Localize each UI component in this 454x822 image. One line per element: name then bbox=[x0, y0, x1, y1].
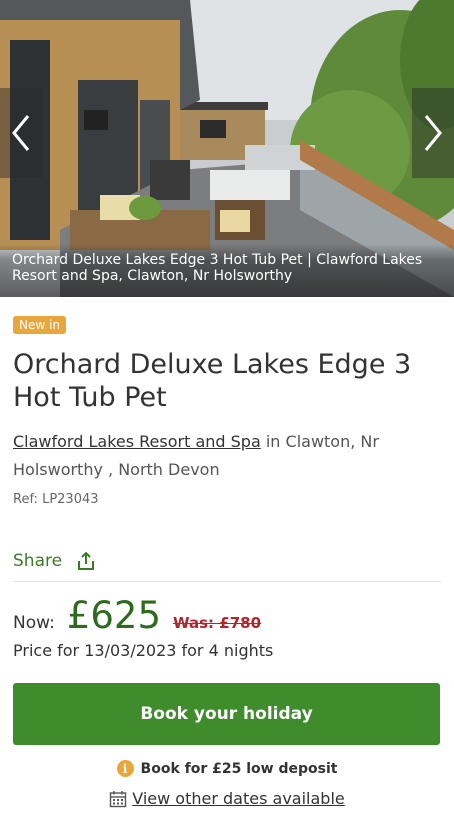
other-dates: View other dates available bbox=[13, 789, 441, 808]
view-other-dates-link[interactable]: View other dates available bbox=[132, 789, 344, 808]
share-button[interactable]: Share bbox=[13, 551, 441, 582]
previous-price: Was: £780 bbox=[173, 614, 262, 632]
park-link[interactable]: Clawford Lakes Resort and Spa bbox=[13, 432, 261, 451]
chevron-right-icon bbox=[424, 115, 442, 151]
share-icon bbox=[78, 551, 95, 570]
info-icon: i bbox=[116, 760, 134, 777]
page-title: Orchard Deluxe Lakes Edge 3 Hot Tub Pet bbox=[13, 349, 412, 413]
gallery-next-button[interactable] bbox=[412, 88, 454, 178]
hero-gallery[interactable]: Orchard Deluxe Lakes Edge 3 Hot Tub Pet … bbox=[0, 0, 454, 297]
chevron-left-icon bbox=[12, 115, 30, 151]
deposit-info: i Book for £25 low deposit bbox=[13, 760, 441, 777]
deposit-text: Book for £25 low deposit bbox=[140, 760, 338, 777]
price-row: Now: £625 Was: £780 bbox=[13, 594, 441, 637]
now-label: Now: bbox=[13, 613, 55, 633]
new-in-badge: New in bbox=[13, 316, 66, 334]
current-price: £625 bbox=[66, 594, 161, 637]
calendar-icon bbox=[110, 790, 127, 807]
hero-caption: Orchard Deluxe Lakes Edge 3 Hot Tub Pet … bbox=[0, 244, 454, 297]
reference-number: Ref: LP23043 bbox=[13, 492, 99, 507]
gallery-prev-button[interactable] bbox=[0, 88, 42, 178]
listing-details: New in Orchard Deluxe Lakes Edge 3 Hot T… bbox=[0, 297, 454, 808]
share-label: Share bbox=[13, 551, 63, 571]
price-note: Price for 13/03/2023 for 4 nights bbox=[13, 641, 274, 660]
book-holiday-button[interactable]: Book your holiday bbox=[13, 683, 440, 745]
location-line: Clawford Lakes Resort and Spa in Clawton… bbox=[13, 428, 441, 484]
